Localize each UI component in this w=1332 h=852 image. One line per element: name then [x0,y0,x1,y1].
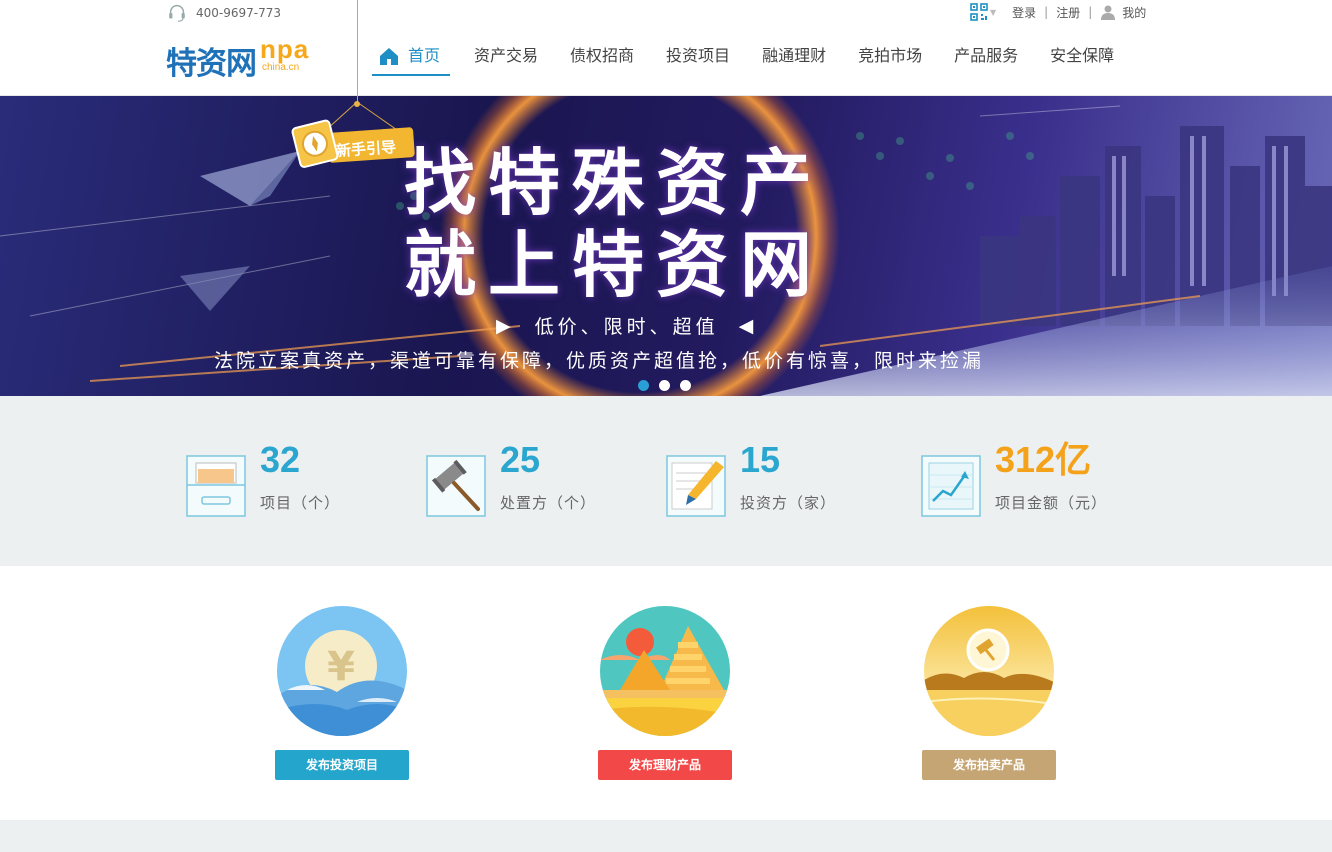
stats-bar: 32 项目（个） 25 处置方（个） 15 投资方（家） 312亿 项目金额（元… [0,396,1332,566]
guide-tag-shape [291,101,415,168]
home-icon [380,48,398,65]
publish-finance-button[interactable]: 发布理财产品 [598,750,732,780]
stat-disposers: 25 处置方（个） [426,440,596,517]
publish-finance-card: 发布理财产品 [598,606,732,780]
divider: | [1088,5,1093,19]
nav-item-debt-invest[interactable]: 债权招商 [554,38,650,76]
qr-code-icon [970,3,988,21]
publish-auction-card: 发布拍卖产品 [922,606,1056,780]
stat-value: 32 [260,439,301,480]
headset-icon [169,4,185,22]
nav-item-finance[interactable]: 融通理财 [746,38,842,76]
qr-code-menu[interactable]: ▼ [970,3,996,21]
gavel-icon [426,455,486,517]
nav-item-home[interactable]: 首页 [372,38,451,76]
nav-item-projects[interactable]: 投资项目 [650,38,746,76]
nav-item-services[interactable]: 产品服务 [938,38,1034,76]
logo-text: 特资网 [166,46,257,82]
logo-en: npa china.cn [260,34,320,74]
my-account-link[interactable]: 我的 [1100,4,1146,21]
stat-label: 项目（个） [260,494,341,512]
carousel-dot-2[interactable] [659,380,670,391]
chevron-down-icon: ▼ [990,7,997,17]
publish-invest-button[interactable]: 发布投资项目 [275,750,409,780]
guide-tag-label: 新手引导 [335,137,397,161]
nav-item-security[interactable]: 安全保障 [1034,38,1130,76]
stat-label: 投资方（家） [740,494,837,512]
nav-item-auction[interactable]: 竞拍市场 [842,38,938,76]
stat-investors: 15 投资方（家） [666,440,836,517]
guide-string [357,0,358,102]
logo-npa: npa [260,34,310,64]
main-nav: 首页 资产交易 债权招商 投资项目 融通理财 竞拍市场 产品服务 安全保障 [372,38,1130,78]
folder-icon [186,455,246,517]
stat-projects: 32 项目（个） [186,440,340,517]
publish-auction-button[interactable]: 发布拍卖产品 [922,750,1056,780]
user-icon [1101,5,1116,20]
finance-illustration [600,606,730,736]
register-link[interactable]: 注册 [1056,4,1080,21]
banner-subtitle: ▶ 低价、限时、超值 ◀ [496,312,757,339]
beginner-guide-tag[interactable]: 新手引导 [290,100,422,172]
publish-invest-card: ¥ 发布投资项目 [275,606,409,780]
publish-section: ¥ 发布投资项目 发布理财产品 发布拍卖产品 [0,566,1332,820]
stat-value: 25 [500,439,541,480]
logo-domain: china.cn [262,62,300,73]
stat-amount: 312亿 项目金额（元） [921,440,1107,517]
stat-label: 处置方（个） [500,494,597,512]
hotline: 400-9697-773 [166,2,281,24]
banner-description: 法院立案真资产，渠道可靠有保障，优质资产超值抢，低价有惊喜，限时来捡漏 [214,350,985,372]
svg-text:¥: ¥ [327,644,355,690]
site-logo[interactable]: 特资网 npa china.cn [166,34,320,83]
nav-item-asset-trade[interactable]: 资产交易 [458,38,554,76]
banner-subtitle-text: 低价、限时、超值 [534,316,719,338]
login-link[interactable]: 登录 [1012,4,1036,21]
invest-illustration: ¥ [277,606,407,736]
site-header: 400-9697-773 ▼ 登录 | 注册 | 我的 特资网 npa chin… [0,0,1332,96]
carousel-dots [638,380,691,391]
play-left-icon: ◀ [738,314,758,337]
my-account-label: 我的 [1122,5,1147,20]
footer-strip [0,820,1332,852]
pen-contract-icon [666,455,726,517]
carousel-dot-1[interactable] [638,380,649,391]
divider: | [1044,5,1049,19]
hero-banner[interactable]: 找特殊资产 就上特资网 ▶ 低价、限时、超值 ◀ 法院立案真资产，渠道可靠有保障… [0,96,1332,396]
play-right-icon: ▶ [496,314,515,337]
invest-landscape-icon: ¥ [277,606,407,736]
stat-label: 项目金额（元） [995,494,1108,512]
nav-label: 首页 [408,46,441,65]
finance-coins-icon [600,606,730,736]
banner-headline-2: 就上特资网 [404,223,825,307]
user-links: ▼ 登录 | 注册 | 我的 [970,2,1146,22]
chart-icon [921,455,981,517]
auction-illustration [924,606,1054,736]
auction-sunset-icon [924,606,1054,736]
carousel-dot-3[interactable] [680,380,691,391]
hotline-number: 400-9697-773 [196,6,282,20]
stat-value: 312亿 [995,439,1092,480]
stat-value: 15 [740,439,781,480]
